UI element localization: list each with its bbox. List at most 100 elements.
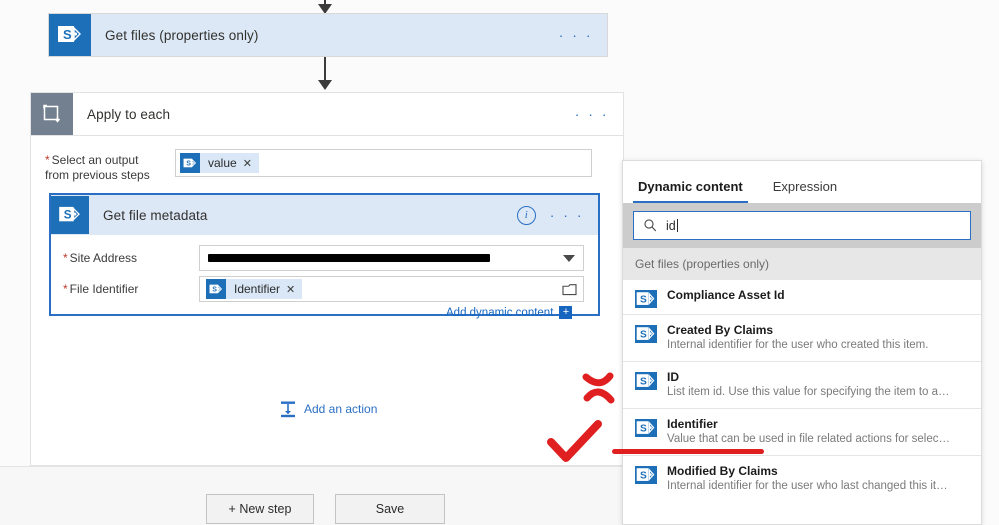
select-output-row: *Select an output from previous steps S [45,149,611,183]
sharepoint-icon: S [49,14,91,56]
list-item-text: Identifier Value that can be used in fil… [667,417,952,447]
search-icon [644,219,657,232]
save-button[interactable]: Save [335,494,445,524]
file-identifier-input[interactable]: S Identifier ✕ [199,276,584,302]
connector-middle-arrow [318,80,332,90]
panel-tabs: Dynamic content Expression [623,161,981,203]
required-asterisk: * [63,251,68,265]
token-value[interactable]: S value ✕ [180,153,259,173]
sharepoint-glyph: S [635,372,657,390]
apply-to-each-body: *Select an output from previous steps S [30,136,624,466]
list-item-description: Value that can be used in file related a… [667,433,952,445]
svg-text:S: S [640,329,647,340]
list-item-name: ID [667,370,679,384]
svg-text:S: S [64,209,72,222]
apply-to-each-menu-icon[interactable]: · · · [575,106,609,122]
add-an-action-label: Add an action [304,402,378,416]
file-identifier-label: * File Identifier [63,276,199,297]
dynamic-content-list: S Compliance Asset Id S Created By Claim… [623,280,981,502]
svg-text:S: S [640,376,647,387]
site-address-label: * Site Address [63,245,199,266]
flow-designer-screen: S Get files (properties only) · · · Appl… [0,0,999,525]
token-value-label: value [208,156,237,170]
site-address-redacted-value [208,254,490,262]
add-dynamic-content-plus-icon[interactable]: + [559,306,573,319]
red-x-mark [582,372,615,404]
select-output-label: * Select an output from previous steps [45,149,175,183]
foreach-loop-glyph [43,104,61,123]
token-identifier-remove-icon[interactable]: ✕ [286,283,302,296]
site-address-input[interactable] [199,245,584,271]
sharepoint-glyph: S [183,158,197,167]
svg-text:S: S [640,470,647,481]
select-output-label-line2: from previous steps [45,168,150,182]
apply-to-each-header[interactable]: Apply to each · · · [30,92,624,136]
token-identifier[interactable]: S Identifier ✕ [206,279,303,299]
required-asterisk: * [45,153,50,167]
svg-text:S: S [640,423,647,434]
action-card-get-files[interactable]: S Get files (properties only) · · · [48,13,608,57]
tab-expression[interactable]: Expression [768,179,842,203]
chevron-down-icon[interactable] [563,254,575,262]
sharepoint-icon: S [635,290,657,313]
dynamic-content-panel: Dynamic content Expression id Get files … [622,160,982,525]
add-dynamic-content-label: Add dynamic content [446,306,554,319]
get-files-header[interactable]: S Get files (properties only) · · · [48,13,608,57]
site-address-row: * Site Address [63,245,588,271]
sharepoint-icon: S [180,153,200,173]
list-item-description: Internal identifier for the user who las… [667,480,952,492]
sharepoint-glyph: S [635,290,657,308]
get-files-title: Get files (properties only) [105,27,259,43]
action-card-apply-to-each[interactable]: Apply to each · · · [30,92,624,136]
sharepoint-glyph: S [59,206,80,222]
apply-to-each-title: Apply to each [87,106,171,122]
list-item-description: Internal identifier for the user who cre… [667,339,929,351]
get-file-metadata-title: Get file metadata [103,207,208,223]
token-value-remove-icon[interactable]: ✕ [243,157,259,170]
foreach-loop-icon [31,93,73,135]
search-input-value: id [666,218,676,233]
red-underline-identifier [612,449,764,454]
file-identifier-label-text: File Identifier [69,282,139,296]
new-step-button[interactable]: + New step [206,494,314,524]
sharepoint-glyph: S [58,26,81,42]
list-item-name: Created By Claims [667,323,774,337]
flow-canvas: S Get files (properties only) · · · Appl… [0,0,630,525]
list-item[interactable]: S ID List item id. Use this value for sp… [623,362,981,409]
svg-text:S: S [63,27,72,42]
add-dynamic-content-link[interactable]: Add dynamic content + [446,306,573,319]
list-item[interactable]: S Compliance Asset Id [623,280,981,315]
sharepoint-glyph: S [635,325,657,343]
get-files-menu-icon[interactable]: · · · [559,27,593,43]
action-card-get-file-metadata[interactable]: S Get file metadata i · · · * Site Addres… [49,193,600,319]
select-output-label-line1: Select an output [51,153,139,167]
list-item-name: Identifier [667,417,718,431]
select-output-input[interactable]: S value ✕ [175,149,592,177]
list-item-text: Created By Claims Internal identifier fo… [667,323,928,353]
list-item-name: Modified By Claims [667,464,778,478]
red-check-mark [547,420,602,462]
folder-picker-icon[interactable] [562,283,577,296]
list-item-name: Compliance Asset Id [667,288,785,302]
sharepoint-icon: S [51,196,89,234]
token-identifier-label: Identifier [234,282,281,296]
search-input[interactable]: id [633,211,971,240]
tab-dynamic-content[interactable]: Dynamic content [633,179,748,203]
list-item[interactable]: S Created By Claims Internal identifier … [623,315,981,362]
sharepoint-glyph: S [209,284,223,293]
add-action-icon [281,401,295,418]
info-icon[interactable]: i [516,205,536,225]
get-file-metadata-menu-icon[interactable]: · · · [550,207,584,223]
sharepoint-icon: S [206,279,226,299]
list-item[interactable]: S Modified By Claims Internal identifier… [623,456,981,502]
sharepoint-icon: S [635,466,657,489]
site-address-label-text: Site Address [69,251,138,265]
file-identifier-row: * File Identifier S Identifier ✕ [63,276,588,302]
get-file-metadata-header[interactable]: S Get file metadata i · · · [51,195,598,235]
list-item-text: Compliance Asset Id [667,288,785,303]
add-an-action-button[interactable]: Add an action [279,400,377,418]
panel-search-area: id [623,203,981,248]
list-item-text: ID List item id. Use this value for spec… [667,370,952,400]
list-item-description: List item id. Use this value for specify… [667,386,952,398]
sharepoint-glyph: S [635,419,657,437]
